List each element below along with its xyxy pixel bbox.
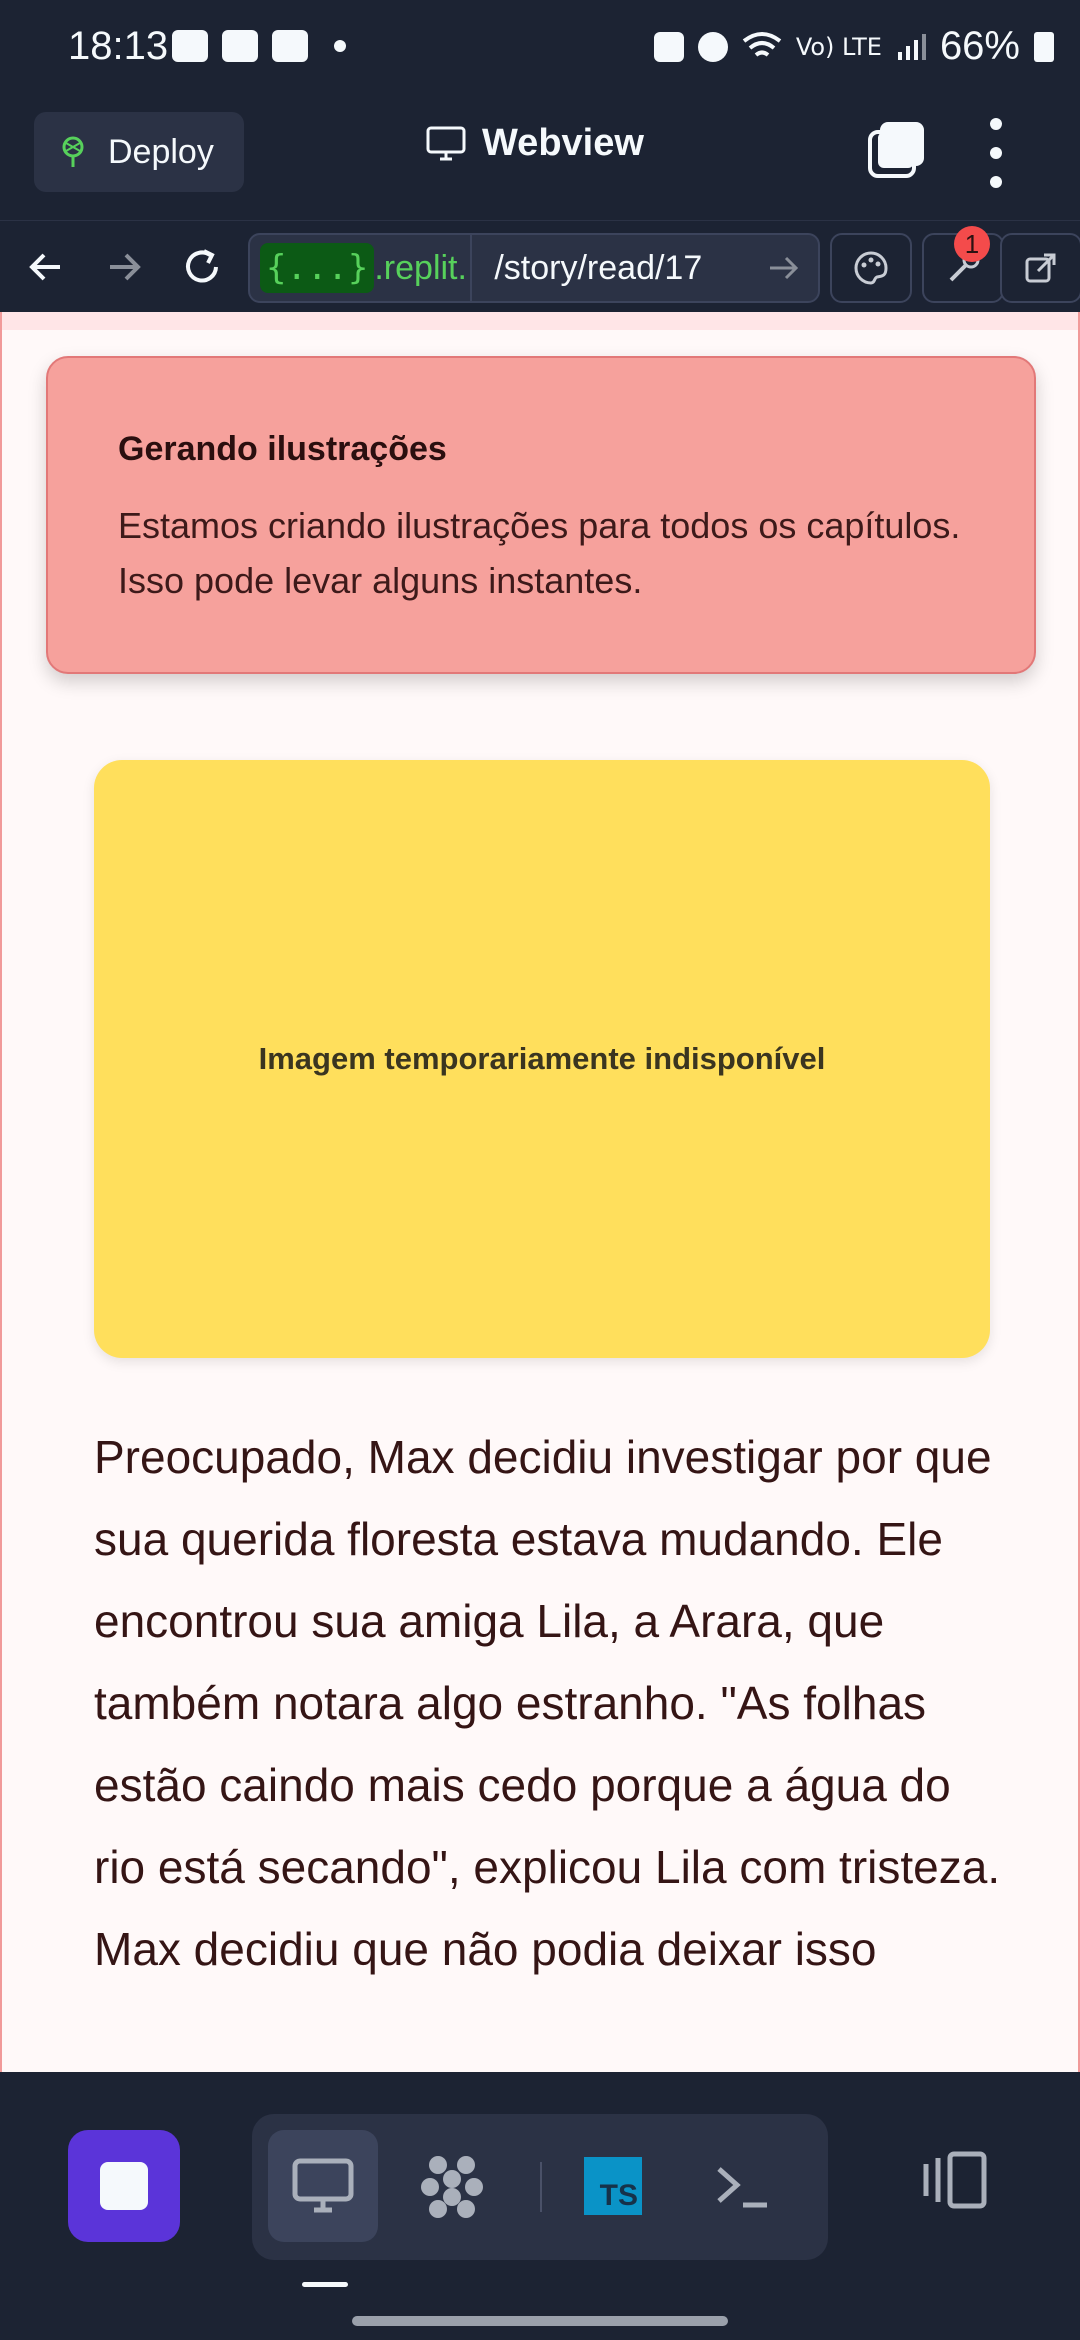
menu-dot-icon <box>990 118 1002 130</box>
app-header: Deploy Webview <box>0 96 1080 220</box>
menu-dot-icon <box>990 176 1002 188</box>
status-bar: 18:13 Vo) LTE 66% <box>0 0 1080 96</box>
signal-icon <box>897 33 926 60</box>
deploy-label: Deploy <box>108 132 214 171</box>
image-unavailable-message: Imagem temporariamente indisponível <box>258 1041 826 1076</box>
battery-percent: 66% <box>939 24 1020 68</box>
gallery-icon <box>222 30 258 62</box>
calendar-icon <box>272 30 308 62</box>
terminal-icon <box>717 2167 767 2208</box>
reload-icon <box>186 249 218 283</box>
devtools-badge: 1 <box>954 226 990 262</box>
typescript-icon: TS <box>584 2157 642 2215</box>
deploy-button[interactable]: Deploy <box>34 112 244 192</box>
battery-icon <box>1034 31 1054 62</box>
reload-button[interactable] <box>178 243 226 291</box>
forward-button[interactable] <box>100 243 148 291</box>
back-button[interactable] <box>22 243 70 291</box>
alarm-icon <box>697 31 728 62</box>
layout-toggle-button[interactable] <box>920 2150 990 2210</box>
domain-text: .replit.c <box>374 248 468 287</box>
url-input[interactable]: {...} .replit.c /story/read/17 <box>248 233 820 303</box>
url-path: /story/read/17 <box>494 248 703 287</box>
home-indicator[interactable] <box>352 2316 728 2326</box>
arrow-left-icon <box>29 253 60 281</box>
stop-button[interactable] <box>68 2130 180 2242</box>
split-panel-icon <box>923 2151 987 2209</box>
url-divider <box>470 235 473 301</box>
page-top-strip <box>2 312 1078 330</box>
palette-icon <box>854 251 888 285</box>
domain-badge: {...} <box>260 243 375 293</box>
shell-tool-button[interactable] <box>688 2130 798 2242</box>
story-paragraph: Preocupado, Max decidiu investigar por q… <box>94 1431 1001 1975</box>
tabs-icon <box>868 122 924 178</box>
monitor-icon <box>292 2158 354 2213</box>
webview-content: Árvores Gerando ilustrações Estamos cria… <box>0 312 1080 2072</box>
toast-title: Gerando ilustrações <box>118 430 447 468</box>
youtube-icon <box>172 30 208 62</box>
network-label: Vo) LTE <box>795 32 882 61</box>
stop-icon <box>100 2162 148 2210</box>
open-external-button[interactable] <box>1000 233 1080 303</box>
menu-dot-icon <box>990 147 1002 159</box>
go-arrow-icon[interactable] <box>766 251 800 285</box>
webview-title-label: Webview <box>482 122 644 164</box>
toast-body: Estamos criando ilustrações para todos o… <box>118 505 961 601</box>
external-link-icon <box>1025 253 1056 283</box>
notification-icons <box>172 30 346 62</box>
agent-tool-button[interactable] <box>398 2130 508 2242</box>
agent-icon <box>421 2156 483 2218</box>
deploy-icon <box>56 135 90 169</box>
battery-saver-icon <box>653 31 684 62</box>
tabs-switcher-button[interactable] <box>866 118 928 180</box>
status-time: 18:13 <box>68 24 169 68</box>
tool-separator <box>540 2162 542 2212</box>
webview-tab-title: Webview <box>426 122 644 165</box>
theme-palette-button[interactable] <box>830 233 912 303</box>
arrow-right-icon <box>110 253 141 281</box>
status-right: Vo) LTE 66% <box>653 24 1054 69</box>
typescript-file-button[interactable]: TS <box>558 2130 668 2242</box>
active-tab-indicator <box>302 2282 348 2287</box>
chapter-image-placeholder: Imagem temporariamente indisponível <box>94 760 990 1358</box>
url-bar: {...} .replit.c /story/read/17 <box>0 220 1080 313</box>
bottom-toolbar: TS <box>0 2072 1080 2340</box>
more-menu-button[interactable] <box>978 118 1014 188</box>
generating-illustrations-toast[interactable]: Gerando ilustrações Estamos criando ilus… <box>46 356 1036 674</box>
tool-group: TS <box>252 2114 828 2260</box>
wifi-icon <box>742 31 782 57</box>
webview-tool-button[interactable] <box>268 2130 378 2242</box>
monitor-icon <box>426 126 466 160</box>
more-notifications-dot-icon <box>334 40 346 52</box>
